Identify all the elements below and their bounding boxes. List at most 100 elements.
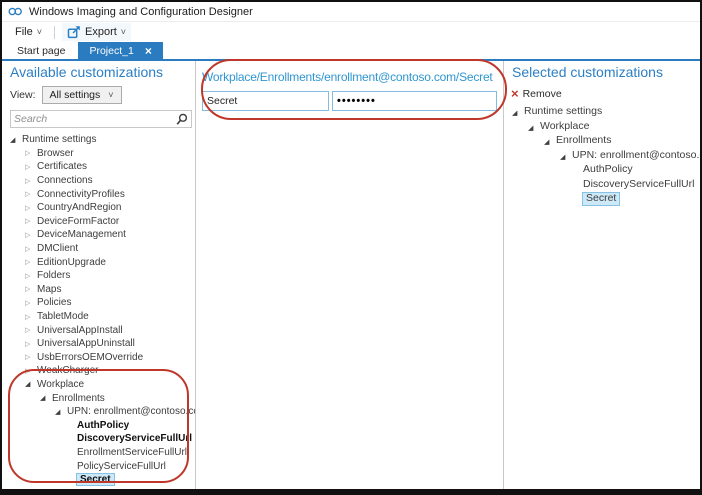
- available-customizations-tree: Runtime settings Browser Certificates Co…: [2, 133, 195, 486]
- tree-item[interactable]: DeviceFormFactor: [2, 215, 195, 229]
- view-label: View:: [10, 89, 36, 101]
- tab-start-page[interactable]: Start page: [4, 42, 78, 59]
- tree-item[interactable]: WeakCharger: [2, 364, 195, 378]
- expander-icon[interactable]: [25, 271, 37, 281]
- tree-item[interactable]: DeviceManagement: [2, 228, 195, 242]
- tree-item[interactable]: Enrollments: [504, 134, 700, 149]
- expander-icon[interactable]: [25, 325, 37, 335]
- tree-item[interactable]: ConnectivityProfiles: [2, 187, 195, 201]
- tree-item-label: ConnectivityProfiles: [37, 189, 125, 200]
- secret-value-input[interactable]: ••••••••: [332, 91, 497, 111]
- tree-item[interactable]: TabletMode: [2, 310, 195, 324]
- expander-icon[interactable]: [544, 136, 556, 147]
- expander-icon[interactable]: [25, 366, 37, 376]
- view-dropdown-value: All settings: [50, 89, 101, 101]
- tree-item[interactable]: Enrollments: [2, 391, 195, 405]
- expander-icon[interactable]: [40, 393, 52, 403]
- tree-item-label: Maps: [37, 284, 61, 295]
- expander-icon[interactable]: [25, 312, 37, 322]
- tree-item[interactable]: Runtime settings: [2, 133, 195, 147]
- tree-item[interactable]: UPN: enrollment@contoso.com: [2, 405, 195, 419]
- tree-item-label: UPN: enrollment@contoso.com: [572, 150, 700, 162]
- tree-item[interactable]: Maps: [2, 283, 195, 297]
- tree-item[interactable]: Workplace: [2, 378, 195, 392]
- tree-item[interactable]: Folders: [2, 269, 195, 283]
- tree-item-label: DiscoveryServiceFullUrl: [583, 179, 694, 191]
- tree-item[interactable]: CountryAndRegion: [2, 201, 195, 215]
- tree-item-label: Certificates: [37, 161, 87, 172]
- remove-x-icon: ×: [511, 87, 519, 100]
- expander-icon[interactable]: [25, 216, 37, 226]
- tab-start-page-label: Start page: [17, 45, 65, 57]
- export-icon: [67, 25, 81, 39]
- tree-item-label: PolicyServiceFullUrl: [77, 461, 166, 472]
- tree-item-label: UPN: enrollment@contoso.com: [67, 406, 196, 417]
- tree-item[interactable]: DMClient: [2, 242, 195, 256]
- tab-project[interactable]: Project_1 ×: [78, 42, 162, 59]
- tree-item[interactable]: PolicyServiceFullUrl: [2, 459, 195, 473]
- tree-item-label: Runtime settings: [22, 134, 96, 145]
- tree-item-label: TabletMode: [37, 311, 89, 322]
- tree-item[interactable]: Connections: [2, 174, 195, 188]
- tree-item[interactable]: Workplace: [504, 120, 700, 135]
- remove-button[interactable]: × Remove: [511, 87, 700, 100]
- tree-item-label: DiscoveryServiceFullUrl: [77, 433, 192, 444]
- expander-icon[interactable]: [25, 230, 37, 240]
- search-box: [10, 110, 192, 128]
- expander-icon[interactable]: [25, 298, 37, 308]
- tab-close-icon[interactable]: ×: [145, 45, 152, 57]
- expander-icon[interactable]: [55, 407, 67, 417]
- tree-item[interactable]: Certificates: [2, 160, 195, 174]
- tree-item-label: EditionUpgrade: [37, 257, 106, 268]
- tree-item[interactable]: EditionUpgrade: [2, 255, 195, 269]
- expander-icon[interactable]: [10, 135, 22, 145]
- selected-customizations-tree: Runtime settings Workplace Enrollments U…: [504, 105, 700, 207]
- tree-item[interactable]: UniversalAppInstall: [2, 323, 195, 337]
- tree-item[interactable]: AuthPolicy: [504, 163, 700, 178]
- tree-item[interactable]: AuthPolicy: [2, 418, 195, 432]
- tree-item[interactable]: DiscoveryServiceFullUrl: [2, 432, 195, 446]
- expander-icon[interactable]: [25, 148, 37, 158]
- tree-item[interactable]: EnrollmentServiceFullUrl: [2, 446, 195, 460]
- tree-item-label: UniversalAppInstall: [37, 325, 123, 336]
- tree-item-label: DeviceManagement: [37, 229, 126, 240]
- tree-item-label: Enrollments: [52, 393, 105, 404]
- expander-icon[interactable]: [560, 151, 572, 162]
- view-dropdown[interactable]: All settings ˅: [42, 86, 122, 104]
- expander-icon[interactable]: [25, 284, 37, 294]
- expander-icon[interactable]: [25, 339, 37, 349]
- tree-item[interactable]: Secret: [2, 473, 195, 487]
- expander-icon[interactable]: [25, 257, 37, 267]
- tree-item-label: Policies: [37, 297, 71, 308]
- export-menu-label: Export: [85, 26, 117, 38]
- menu-separator: [54, 26, 55, 39]
- expander-icon[interactable]: [25, 162, 37, 172]
- tree-item-label: AuthPolicy: [583, 164, 633, 176]
- export-menu-button[interactable]: Export ˅: [62, 23, 131, 41]
- expander-icon[interactable]: [25, 244, 37, 254]
- tree-item-label: UsbErrorsOEMOverride: [37, 352, 143, 363]
- expander-icon[interactable]: [528, 122, 540, 133]
- tree-item[interactable]: UPN: enrollment@contoso.com: [504, 149, 700, 164]
- tree-item[interactable]: UsbErrorsOEMOverride: [2, 351, 195, 365]
- expander-icon[interactable]: [25, 203, 37, 213]
- available-customizations-title: Available customizations: [10, 64, 195, 80]
- expander-icon[interactable]: [25, 176, 37, 186]
- tree-item-label: Connections: [37, 175, 93, 186]
- tree-item[interactable]: Policies: [2, 296, 195, 310]
- expander-icon[interactable]: [512, 107, 524, 118]
- expander-icon[interactable]: [25, 189, 37, 199]
- tree-item[interactable]: UniversalAppUninstall: [2, 337, 195, 351]
- search-input[interactable]: [11, 112, 175, 126]
- tree-item-label: Runtime settings: [524, 106, 602, 118]
- tab-project-label: Project_1: [89, 45, 133, 57]
- tree-item[interactable]: Secret: [504, 192, 700, 207]
- window-title: Windows Imaging and Configuration Design…: [29, 6, 253, 18]
- app-icon: [8, 6, 23, 17]
- expander-icon[interactable]: [25, 352, 37, 362]
- tree-item[interactable]: Runtime settings: [504, 105, 700, 120]
- tree-item[interactable]: DiscoveryServiceFullUrl: [504, 178, 700, 193]
- tree-item[interactable]: Browser: [2, 147, 195, 161]
- expander-icon[interactable]: [25, 379, 37, 389]
- file-menu-button[interactable]: File ˅: [10, 24, 47, 40]
